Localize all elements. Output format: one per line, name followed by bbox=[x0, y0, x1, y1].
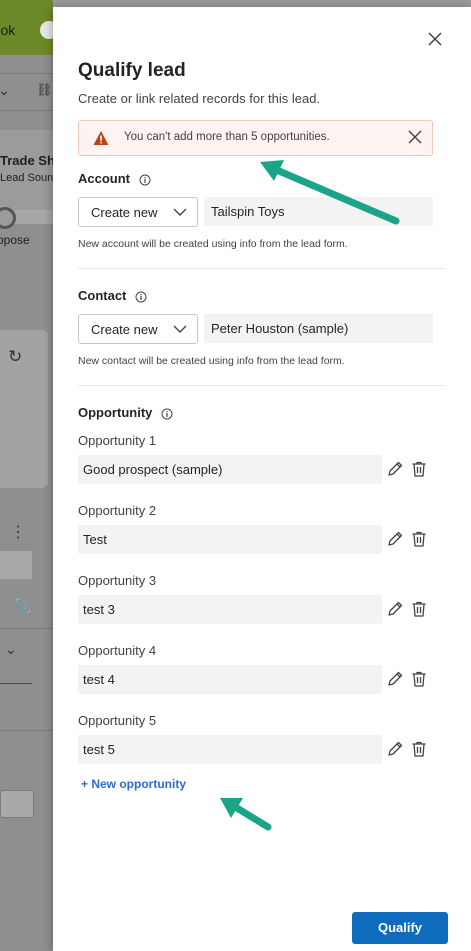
opportunity-2-value: Test bbox=[83, 532, 107, 547]
stage-indicator[interactable] bbox=[0, 207, 16, 229]
new-look-label: new look bbox=[0, 22, 16, 38]
opportunity-4-field[interactable]: test 4 bbox=[78, 665, 382, 694]
divider bbox=[0, 730, 53, 731]
edit-icon[interactable] bbox=[386, 460, 404, 478]
edit-icon[interactable] bbox=[386, 740, 404, 758]
opportunity-3-label: Opportunity 3 bbox=[78, 573, 157, 588]
opportunity-5-label: Opportunity 5 bbox=[78, 713, 157, 728]
active-underline bbox=[0, 683, 32, 684]
contact-helper-text: New contact will be created using info f… bbox=[78, 355, 345, 367]
contact-mode-dropdown[interactable]: Create new bbox=[78, 314, 198, 344]
chevron-down-icon bbox=[173, 208, 187, 216]
account-mode-value: Create new bbox=[91, 205, 158, 220]
new-opportunity-link[interactable]: + New opportunity bbox=[81, 777, 186, 791]
divider bbox=[0, 73, 53, 74]
section-divider bbox=[78, 268, 444, 269]
opportunity-5-field[interactable]: test 5 bbox=[78, 735, 382, 764]
section-divider bbox=[78, 385, 444, 386]
delete-icon[interactable] bbox=[410, 530, 428, 548]
opportunity-4-value: test 4 bbox=[83, 672, 115, 687]
qualify-button[interactable]: Qualify bbox=[352, 912, 448, 944]
info-icon[interactable] bbox=[139, 174, 151, 186]
delete-icon[interactable] bbox=[410, 460, 428, 478]
contact-name-field[interactable]: Peter Houston (sample) bbox=[204, 314, 433, 343]
close-icon[interactable] bbox=[427, 31, 443, 47]
background-app: new look ⌄ ⛓ Trade Sho Lead Source Propo… bbox=[0, 0, 53, 951]
account-label: Account bbox=[78, 171, 130, 186]
contact-label: Contact bbox=[78, 288, 127, 303]
edit-icon[interactable] bbox=[386, 530, 404, 548]
dismiss-warning-icon[interactable] bbox=[408, 130, 422, 144]
process-icon[interactable]: ⛓ bbox=[36, 82, 53, 98]
warning-message: You can't add more than 5 opportunities. bbox=[124, 131, 330, 143]
chevron-down-icon[interactable]: ⌄ bbox=[0, 82, 10, 99]
opportunity-2-label: Opportunity 2 bbox=[78, 503, 157, 518]
edit-icon[interactable] bbox=[386, 600, 404, 618]
contact-mode-value: Create new bbox=[91, 322, 158, 337]
dialog-subtitle: Create or link related records for this … bbox=[78, 91, 321, 106]
background-input[interactable] bbox=[0, 790, 34, 818]
opportunity-4-label: Opportunity 4 bbox=[78, 643, 157, 658]
divider bbox=[0, 628, 53, 629]
refresh-icon[interactable]: ↻ bbox=[8, 347, 22, 367]
delete-icon[interactable] bbox=[410, 670, 428, 688]
more-options-icon[interactable]: ⋮ bbox=[10, 522, 26, 542]
attachment-icon[interactable]: 📎 bbox=[14, 598, 31, 615]
info-icon[interactable] bbox=[135, 291, 147, 303]
contact-section-label: Contact bbox=[78, 288, 147, 303]
opportunity-1-label: Opportunity 1 bbox=[78, 433, 157, 448]
opportunity-3-field[interactable]: test 3 bbox=[78, 595, 382, 624]
opportunity-2-field[interactable]: Test bbox=[78, 525, 382, 554]
edit-icon[interactable] bbox=[386, 670, 404, 688]
chevron-down-icon[interactable]: ⌄ bbox=[5, 641, 17, 658]
info-icon[interactable] bbox=[161, 408, 173, 420]
account-helper-text: New account will be created using info f… bbox=[78, 238, 348, 250]
chevron-down-icon bbox=[173, 325, 187, 333]
stage-label: Propose bbox=[0, 233, 30, 247]
contact-name-value: Peter Houston (sample) bbox=[211, 321, 349, 336]
opportunity-1-value: Good prospect (sample) bbox=[83, 462, 223, 477]
divider bbox=[0, 110, 53, 111]
background-field bbox=[0, 551, 32, 579]
annotation-arrow-icon bbox=[260, 160, 400, 225]
account-section-label: Account bbox=[78, 171, 151, 186]
opportunity-5-value: test 5 bbox=[83, 742, 115, 757]
opportunity-1-field[interactable]: Good prospect (sample) bbox=[78, 455, 382, 484]
new-look-toggle[interactable] bbox=[40, 21, 53, 39]
delete-icon[interactable] bbox=[410, 600, 428, 618]
dialog-title: Qualify lead bbox=[78, 60, 186, 81]
record-title: Trade Sho bbox=[0, 153, 53, 168]
account-mode-dropdown[interactable]: Create new bbox=[78, 197, 198, 227]
record-subtitle: Lead Source bbox=[0, 172, 53, 184]
delete-icon[interactable] bbox=[410, 740, 428, 758]
opportunity-section-label: Opportunity bbox=[78, 405, 173, 420]
annotation-arrow-icon bbox=[220, 798, 272, 831]
opportunity-label: Opportunity bbox=[78, 405, 153, 420]
opportunity-3-value: test 3 bbox=[83, 602, 115, 617]
warning-icon bbox=[93, 131, 109, 145]
